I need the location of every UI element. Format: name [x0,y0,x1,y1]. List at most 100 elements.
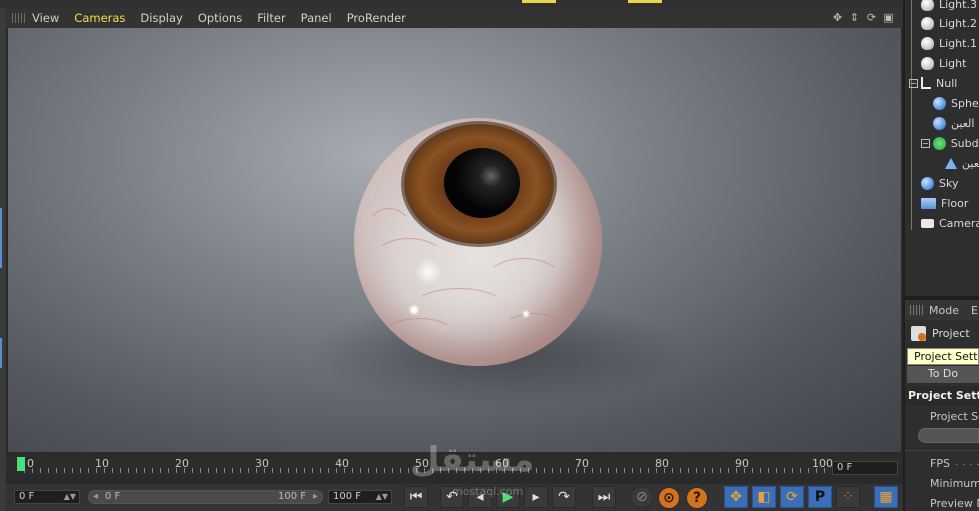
menu-filter[interactable]: Filter [257,11,285,25]
keyframe-help-icon[interactable]: ? [686,487,708,509]
specular-highlight [410,306,418,314]
light-icon [921,16,934,30]
scale-tool-icon[interactable]: ◧ [752,486,776,508]
timeline-tick-label: 80 [655,457,669,470]
menu-view[interactable]: View [32,11,59,25]
viewport-menu-bar: View Cameras Display Options Filter Pane… [6,8,903,28]
attribute-header: Mode E [905,300,979,320]
object-label: Sky [939,176,959,190]
null-icon [921,77,931,89]
menu-prorender[interactable]: ProRender [347,11,406,25]
polygon-icon [945,157,957,169]
panel-grip-icon[interactable] [910,305,924,315]
fps-label: FPS [930,457,950,470]
object-light3[interactable]: Light.3 [905,0,979,14]
object-light[interactable]: Light [905,53,979,73]
watermark-url: mostaql.com [452,485,524,498]
mode-menu[interactable]: Mode [929,304,959,317]
object-label: Floor [941,196,969,210]
current-frame-field[interactable]: 0 F [832,461,898,475]
timeline-tick-label: 0 [27,457,34,470]
rotate-tool-icon[interactable]: ⟳ [780,486,804,508]
light-icon [921,56,934,70]
collapse-icon[interactable]: − [909,78,918,88]
go-to-end-icon[interactable]: ⏭ [592,486,616,508]
timeline-tick-label: 100 [812,457,833,470]
start-frame-value: 0 F [19,491,35,502]
viewport-nav-icons: ✥ ⇕ ⟳ ▣ [831,11,895,24]
watermark-logo: مستقل [410,440,535,480]
eyeball-pupil [444,148,520,218]
left-edge-panel [0,8,6,511]
object-floor[interactable]: Floor [905,193,979,213]
object-label: العين [962,156,979,170]
slider-right-value: 100 F [277,491,306,502]
object-label: Null [936,76,958,90]
zoom-view-icon[interactable]: ⇕ [848,11,861,24]
slider-right-arrow-icon: ▸ [312,491,318,502]
3d-viewport[interactable] [8,28,901,452]
param-tool-icon[interactable]: P [808,486,832,508]
object-label: Subdivision [950,136,979,150]
object-light2[interactable]: Light.2 [905,13,979,33]
fps-dots: . . . . [955,455,979,468]
timeline-tick-label: 30 [255,457,269,470]
object-light1[interactable]: Light.1 [905,33,979,53]
go-to-start-icon[interactable]: ⏮ [404,486,428,508]
end-frame-value: 100 F [333,491,362,502]
timeline-tick-label: 40 [335,457,349,470]
sky-icon [921,176,934,190]
collapse-icon[interactable]: − [921,138,930,148]
object-camera[interactable]: Camera [905,213,979,233]
object-sky[interactable]: Sky [905,173,979,193]
next-key-icon[interactable]: ↷ [552,486,576,508]
move-view-icon[interactable]: ✥ [831,11,844,24]
edit-menu[interactable]: E [971,304,978,317]
project-row[interactable]: Project [911,326,970,341]
object-label: Light.1 [939,36,977,50]
tooltip: Project Settings [907,348,979,365]
move-tool-icon[interactable]: ✥ [724,486,748,508]
maximize-view-icon[interactable]: ▣ [882,11,895,24]
top-toolbar-strip [0,0,903,8]
preview-label: Preview M [930,497,979,510]
project-scale-input[interactable] [918,428,979,443]
object-eye-mesh[interactable]: العين [905,153,979,173]
timeline-tick-label: 70 [575,457,589,470]
sphere-icon [933,96,946,110]
camera-icon [921,218,934,228]
specular-highlight [523,311,529,317]
menu-panel[interactable]: Panel [301,11,332,25]
todo-tab[interactable]: To Do [907,366,979,383]
next-frame-icon[interactable]: ▸ [524,486,548,508]
object-label: Light [939,56,967,70]
panel-grip-icon[interactable] [12,13,26,23]
object-label: Light.2 [939,16,977,30]
menu-options[interactable]: Options [198,11,242,25]
toolbar-highlight [628,0,662,3]
object-label: Light.3 [939,0,977,11]
timeline-tick-label: 10 [95,457,109,470]
menu-display[interactable]: Display [140,11,182,25]
object-subdivision[interactable]: − Subdivision [905,133,979,153]
record-disabled-icon[interactable]: ⊘ [630,486,654,508]
project-settings-icon [911,326,926,341]
current-frame-value: 0 F [837,462,853,473]
subdivision-icon [932,136,946,150]
start-frame-field[interactable]: 0 F ▲▼ [14,490,80,504]
autokey-icon[interactable]: ⊙ [658,487,680,509]
slider-left-arrow-icon: ◂ [93,491,99,502]
object-sphere[interactable]: Sphere [905,93,979,113]
timeline-window-icon[interactable]: ▦ [874,486,898,508]
sphere-icon [933,116,946,130]
rotate-view-icon[interactable]: ⟳ [865,11,878,24]
frame-range-slider[interactable]: ◂ 0 F 100 F ▸ [88,490,323,504]
floor-icon [921,197,936,209]
end-frame-field[interactable]: 100 F ▲▼ [328,490,392,504]
object-label: Sphere [951,96,979,110]
object-eye[interactable]: العين [905,113,979,133]
object-label: العين [951,116,975,130]
object-null[interactable]: − Null [905,73,979,93]
menu-cameras[interactable]: Cameras [74,11,125,25]
point-grid-icon[interactable]: ⁘ [836,486,860,508]
